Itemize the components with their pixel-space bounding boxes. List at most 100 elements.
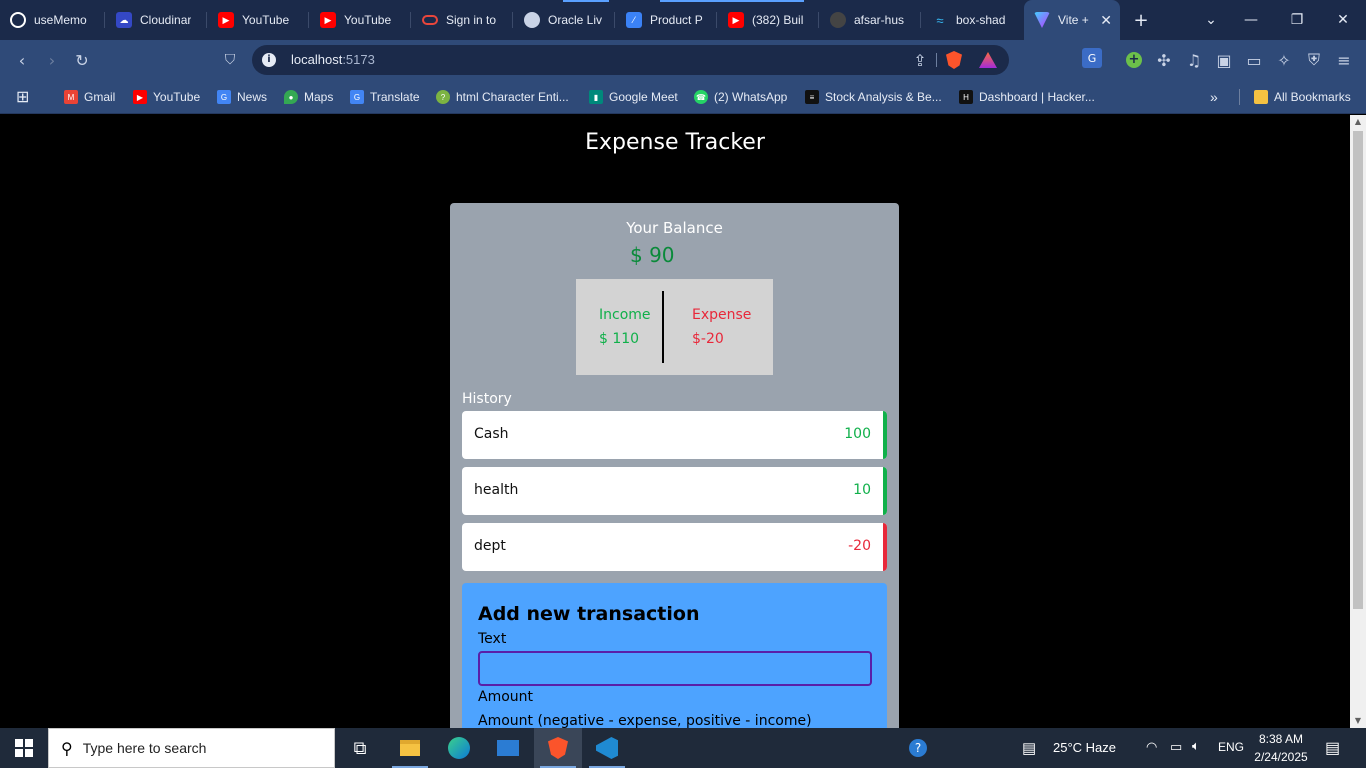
clock-date: 2/24/2025 xyxy=(1254,750,1308,764)
close-icon[interactable]: ✕ xyxy=(1100,12,1112,29)
bookmark-gmail[interactable]: M Gmail xyxy=(64,88,115,106)
bookmark-news[interactable]: G News xyxy=(217,88,267,106)
brave-browser-icon[interactable] xyxy=(534,728,582,768)
bookmark-label: YouTube xyxy=(153,90,201,104)
amount-field-hint: Amount (negative - expense, positive - i… xyxy=(478,713,812,728)
scroll-down-arrow-icon[interactable]: ▼ xyxy=(1350,714,1366,728)
browser-tab[interactable]: useMemo xyxy=(10,0,100,40)
battery-icon[interactable]: ▭ xyxy=(1170,739,1182,755)
bookmark-label: Maps xyxy=(304,90,334,104)
back-icon[interactable]: ‹ xyxy=(10,48,34,72)
brave-shields-icon[interactable] xyxy=(942,48,966,72)
taskbar-search-box[interactable]: ⚲ Type here to search xyxy=(48,728,335,768)
vite-icon xyxy=(1034,12,1050,28)
file-explorer-icon[interactable] xyxy=(386,728,434,768)
browser-tab[interactable]: afsar-hus xyxy=(830,0,920,40)
browser-tab[interactable]: ▶ YouTube xyxy=(218,0,308,40)
vscode-icon[interactable] xyxy=(583,728,631,768)
task-view-icon[interactable]: ⧉ xyxy=(336,728,384,768)
product-icon: ⁄ xyxy=(626,12,642,28)
edge-browser-icon[interactable] xyxy=(435,728,483,768)
notifications-icon[interactable]: ▤ xyxy=(1325,738,1340,758)
help-icon[interactable]: ? xyxy=(894,728,942,768)
history-item[interactable]: dept -20 xyxy=(462,523,887,571)
share-icon[interactable]: G xyxy=(1082,48,1102,68)
address-url[interactable]: localhost:5173 xyxy=(291,52,375,67)
extensions-puzzle-icon[interactable]: ✣ xyxy=(1152,48,1176,72)
bookmark-stock-analysis[interactable]: ≡ Stock Analysis & Be... xyxy=(805,88,942,106)
browser-tab[interactable]: Sign in to xyxy=(422,0,512,40)
network-icon[interactable]: ◠ xyxy=(1146,739,1157,755)
close-window-icon[interactable]: ✕ xyxy=(1320,0,1366,40)
site-info-icon[interactable]: i xyxy=(262,53,276,67)
tab-separator xyxy=(716,12,717,28)
tab-title: Oracle Liv xyxy=(548,13,603,27)
bookmark-translate[interactable]: G Translate xyxy=(350,88,420,106)
new-tab-button[interactable]: + xyxy=(1118,0,1164,40)
menu-icon[interactable]: ≡ xyxy=(1332,48,1356,72)
browser-tab[interactable]: ≈ box-shad xyxy=(932,0,1018,40)
bookmark-icon[interactable]: ⛉ xyxy=(218,48,242,72)
tab-title: Cloudinar xyxy=(140,13,192,27)
browser-tab[interactable]: ⁄ Product P xyxy=(626,0,716,40)
more-bookmarks-chevron-icon[interactable]: » xyxy=(1210,88,1218,106)
brave-rewards-icon[interactable] xyxy=(976,48,1000,72)
hackerrank-icon: H xyxy=(959,90,973,104)
bookmark-label: Google Meet xyxy=(609,90,678,104)
bookmark-whatsapp[interactable]: ☎ (2) WhatsApp xyxy=(694,88,787,106)
scroll-up-arrow-icon[interactable]: ▲ xyxy=(1350,115,1366,129)
share-page-icon[interactable]: ⇪ xyxy=(908,48,932,72)
history-item[interactable]: health 10 xyxy=(462,467,887,515)
restore-icon[interactable]: ❐ xyxy=(1274,0,1320,40)
windows-taskbar: ⚲ Type here to search ⧉ ? ▤ 25°C Haze ◠ … xyxy=(0,728,1366,768)
stock-analysis-icon: ≡ xyxy=(805,90,819,104)
forward-icon[interactable]: › xyxy=(40,48,64,72)
weather-icon[interactable]: ▤ xyxy=(1022,739,1036,757)
wallet-icon[interactable]: ▭ xyxy=(1242,48,1266,72)
translate-icon: G xyxy=(350,90,364,104)
clock-time: 8:38 AM xyxy=(1258,732,1304,746)
browser-tab[interactable]: ▶ YouTube xyxy=(320,0,410,40)
apps-grid-icon[interactable]: ⊞ xyxy=(16,88,29,106)
minimize-icon[interactable]: — xyxy=(1228,0,1274,40)
bookmark-hackerrank[interactable]: H Dashboard | Hacker... xyxy=(959,88,1095,106)
address-bar[interactable]: i localhost:5173 ⇪ xyxy=(252,45,1009,75)
tab-title: YouTube xyxy=(344,13,392,27)
leo-ai-icon[interactable]: ✧ xyxy=(1272,48,1296,72)
bookmark-google-meet[interactable]: ▮ Google Meet xyxy=(589,88,678,106)
bookmark-label: Translate xyxy=(370,90,420,104)
language-indicator[interactable]: ENG xyxy=(1218,740,1244,754)
youtube-icon: ▶ xyxy=(218,12,234,28)
add-transaction-form: Add new transaction Text Amount Amount (… xyxy=(462,583,887,728)
text-field-label: Text xyxy=(478,631,507,647)
extension-add-icon[interactable]: + xyxy=(1122,48,1146,72)
browser-tab[interactable]: ▶ (382) Buil xyxy=(728,0,818,40)
vpn-shield-icon[interactable]: ⛨ xyxy=(1302,48,1326,72)
history-item[interactable]: Cash 100 xyxy=(462,411,887,459)
system-clock[interactable]: 8:38 AM 2/24/2025 xyxy=(1250,730,1312,766)
bookmark-label: Dashboard | Hacker... xyxy=(979,90,1095,104)
search-icon: ⚲ xyxy=(61,738,73,758)
history-label: History xyxy=(462,391,512,407)
bookmark-html-entities[interactable]: ? html Character Enti... xyxy=(436,88,569,106)
weather-text[interactable]: 25°C Haze xyxy=(1053,740,1116,755)
browser-tab[interactable]: ☁ Cloudinar xyxy=(116,0,206,40)
browser-tab[interactable]: Oracle Liv xyxy=(524,0,614,40)
music-icon[interactable]: ♫ xyxy=(1182,48,1206,72)
browser-tab-active[interactable]: Vite + ✕ xyxy=(1024,0,1120,40)
reload-icon[interactable]: ↻ xyxy=(70,48,94,72)
bookmark-label: Gmail xyxy=(84,90,116,104)
bookmark-maps[interactable]: ● Maps xyxy=(284,88,333,106)
browser-tab-strip: useMemo ☁ Cloudinar ▶ YouTube ▶ YouTube … xyxy=(0,0,1366,40)
page-scrollbar[interactable]: ▲ ▼ xyxy=(1350,115,1366,728)
bookmark-label: html Character Enti... xyxy=(456,90,569,104)
volume-icon[interactable]: 🔈︎ xyxy=(1192,738,1200,754)
sidebar-icon[interactable]: ▣ xyxy=(1212,48,1236,72)
bookmark-youtube[interactable]: ▶ YouTube xyxy=(133,88,200,106)
windows-start-button[interactable] xyxy=(0,728,48,768)
scrollbar-thumb[interactable] xyxy=(1353,131,1363,609)
text-input[interactable] xyxy=(478,651,872,686)
mail-icon[interactable] xyxy=(484,728,532,768)
all-bookmarks-folder[interactable]: All Bookmarks xyxy=(1254,88,1351,106)
history-item-text: Cash xyxy=(474,426,509,442)
